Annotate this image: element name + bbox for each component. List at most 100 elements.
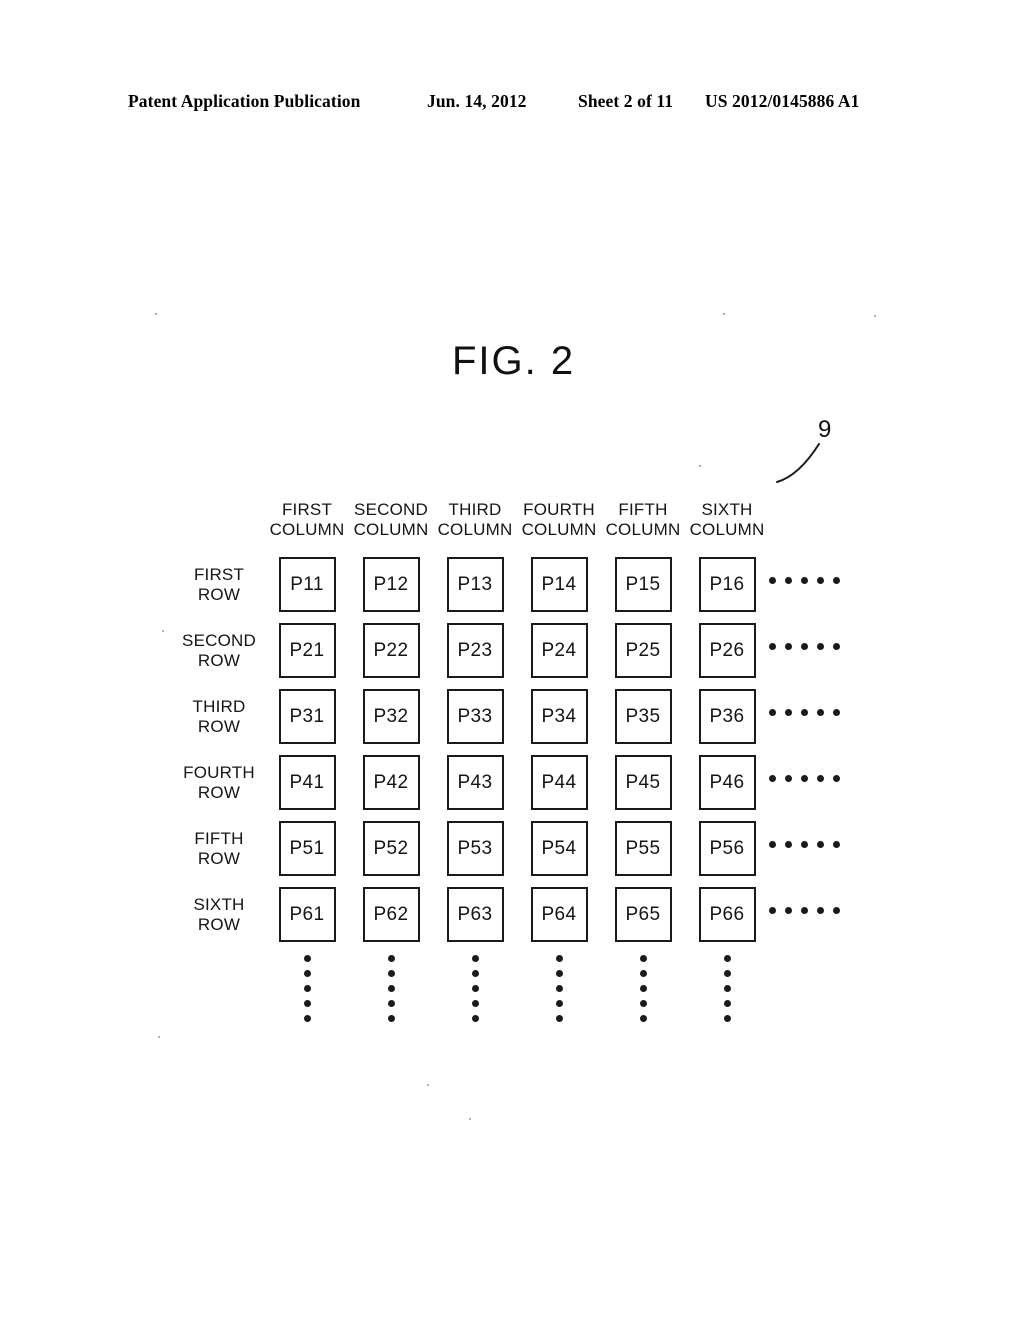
pixel-cell: P15 bbox=[614, 557, 672, 612]
pixel-cell-slot: P34 bbox=[517, 689, 601, 744]
scan-speck bbox=[874, 315, 876, 317]
pixel-cell: P25 bbox=[614, 623, 672, 678]
pixel-cell: P63 bbox=[446, 887, 504, 942]
pixel-cell-slot: P61 bbox=[265, 887, 349, 942]
ellipsis-dot bbox=[817, 907, 824, 914]
scan-speck bbox=[158, 1036, 160, 1038]
ellipsis-dot bbox=[723, 985, 731, 992]
row-header-line1: SIXTH bbox=[193, 895, 245, 914]
pixel-cell: P61 bbox=[278, 887, 336, 942]
pixel-cell-slot: P54 bbox=[517, 821, 601, 876]
column-header-line1: SIXTH bbox=[701, 500, 753, 519]
ellipsis-dot bbox=[387, 1000, 395, 1007]
pixel-cell: P43 bbox=[446, 755, 504, 810]
ellipsis-dot bbox=[801, 841, 808, 848]
ellipsis-dot bbox=[723, 1000, 731, 1007]
ellipsis-dot bbox=[785, 841, 792, 848]
ellipsis-dot bbox=[723, 955, 731, 962]
ellipsis-dot bbox=[639, 955, 647, 962]
ellipsis-dot bbox=[769, 907, 776, 914]
pixel-cell: P33 bbox=[446, 689, 504, 744]
pixel-cell: P54 bbox=[530, 821, 588, 876]
ellipsis-dot bbox=[785, 907, 792, 914]
ellipsis-dot bbox=[833, 775, 840, 782]
pixel-cell: P41 bbox=[278, 755, 336, 810]
ellipsis-dot bbox=[801, 775, 808, 782]
ellipsis-dot bbox=[769, 775, 776, 782]
row-header-line2: ROW bbox=[197, 915, 241, 934]
column-header-1: FIRST COLUMN bbox=[265, 500, 349, 540]
reference-leader-line bbox=[776, 443, 820, 483]
column-header-line1: SECOND bbox=[354, 500, 428, 519]
pixel-cell: P35 bbox=[614, 689, 672, 744]
pixel-cell-slot: P44 bbox=[517, 755, 601, 810]
pixel-cell-slot: P33 bbox=[433, 689, 517, 744]
column-header-row: FIRST COLUMN SECOND COLUMN THIRD COLUMN FOURTH… bbox=[265, 500, 769, 540]
pixel-cell-slot: P25 bbox=[601, 623, 685, 678]
ellipsis-dot bbox=[303, 970, 311, 977]
row-header-line1: FIFTH bbox=[194, 829, 244, 848]
ellipsis-dot bbox=[769, 577, 776, 584]
row-header-1: FIRST ROW bbox=[178, 557, 260, 613]
ellipsis-dot bbox=[471, 985, 479, 992]
column-header-line1: FIRST bbox=[281, 500, 333, 519]
row-continuation-ellipsis bbox=[769, 841, 840, 848]
ellipsis-dot bbox=[817, 775, 824, 782]
pixel-cell-slot: P51 bbox=[265, 821, 349, 876]
scan-speck bbox=[699, 465, 701, 467]
ellipsis-dot bbox=[555, 1015, 563, 1022]
pixel-cell-slot: P23 bbox=[433, 623, 517, 678]
ellipsis-dot bbox=[833, 643, 840, 650]
pixel-cell-group: P11 P12 P13 P14 P15 P16 bbox=[265, 557, 769, 612]
pixel-cell-slot: P11 bbox=[265, 557, 349, 612]
pixel-cell-slot: P21 bbox=[265, 623, 349, 678]
pixel-cell-group: P21 P22 P23 P24 P25 P26 bbox=[265, 623, 769, 678]
scan-speck bbox=[723, 313, 725, 315]
pixel-cell-slot: P13 bbox=[433, 557, 517, 612]
pixel-cell-slot: P42 bbox=[349, 755, 433, 810]
pixel-cell-slot: P15 bbox=[601, 557, 685, 612]
pixel-cell-slot: P64 bbox=[517, 887, 601, 942]
ellipsis-dot bbox=[723, 970, 731, 977]
column-header-5: FIFTH COLUMN bbox=[601, 500, 685, 540]
column-header-line2: COLUMN bbox=[521, 520, 597, 539]
pixel-cell-group: P61 P62 P63 P64 P65 P66 bbox=[265, 887, 769, 942]
ellipsis-dot bbox=[387, 1015, 395, 1022]
row-header-line1: SECOND bbox=[182, 631, 256, 650]
ellipsis-dot bbox=[817, 643, 824, 650]
ellipsis-dot bbox=[817, 709, 824, 716]
pixel-cell-slot: P62 bbox=[349, 887, 433, 942]
pixel-cell: P34 bbox=[530, 689, 588, 744]
ellipsis-dot bbox=[639, 1015, 647, 1022]
ellipsis-dot bbox=[801, 709, 808, 716]
ellipsis-dot bbox=[801, 577, 808, 584]
ellipsis-dot bbox=[471, 970, 479, 977]
pixel-cell-slot: P12 bbox=[349, 557, 433, 612]
column-ellipsis-3 bbox=[433, 955, 517, 1022]
ellipsis-dot bbox=[833, 709, 840, 716]
pixel-cell: P51 bbox=[278, 821, 336, 876]
column-header-line2: COLUMN bbox=[689, 520, 765, 539]
pixel-cell: P62 bbox=[362, 887, 420, 942]
column-header-3: THIRD COLUMN bbox=[433, 500, 517, 540]
pixel-cell-slot: P53 bbox=[433, 821, 517, 876]
pixel-cell: P55 bbox=[614, 821, 672, 876]
ellipsis-dot bbox=[387, 985, 395, 992]
pixel-cell: P12 bbox=[362, 557, 420, 612]
pixel-cell-slot: P35 bbox=[601, 689, 685, 744]
pixel-cell-slot: P55 bbox=[601, 821, 685, 876]
row-header-line2: ROW bbox=[197, 717, 241, 736]
ellipsis-dot bbox=[769, 643, 776, 650]
row-continuation-ellipsis bbox=[769, 577, 840, 584]
column-ellipsis-2 bbox=[349, 955, 433, 1022]
ellipsis-dot bbox=[785, 709, 792, 716]
ellipsis-dot bbox=[769, 709, 776, 716]
scan-speck bbox=[469, 1118, 471, 1120]
ellipsis-dot bbox=[817, 841, 824, 848]
pixel-cell-slot: P46 bbox=[685, 755, 769, 810]
row-continuation-ellipsis bbox=[769, 775, 840, 782]
scan-speck bbox=[155, 313, 157, 315]
row-continuation-ellipsis bbox=[769, 709, 840, 716]
row-header-6: SIXTH ROW bbox=[178, 887, 260, 943]
ellipsis-dot bbox=[303, 1015, 311, 1022]
